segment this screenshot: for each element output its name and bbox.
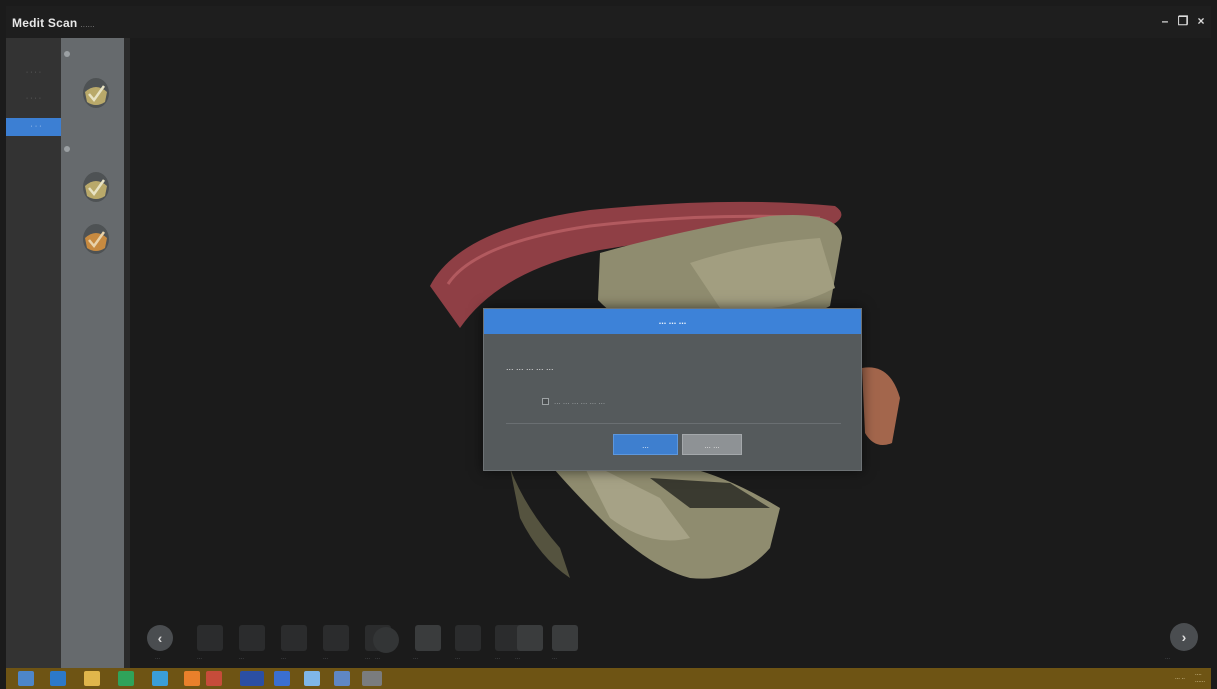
tool-9-label: ... <box>495 655 501 661</box>
dont-show-again-option[interactable]: ... ... ... ... ... ... <box>542 397 605 406</box>
tray-time: .... <box>1194 671 1202 677</box>
next-step-button[interactable]: › <box>1170 623 1198 651</box>
tool-8-label: ... <box>455 655 461 661</box>
dialog-divider <box>506 423 841 424</box>
app-icon-red[interactable] <box>206 671 222 686</box>
windows-taskbar: ... .. .... ...... <box>6 668 1211 689</box>
tool-2-label: ... <box>239 655 245 661</box>
tool-11-label: ... <box>552 655 558 661</box>
medit-scan-window: Medit Scan...... – ❐ × · · · · · · · · ·… <box>0 0 1217 689</box>
browser-icon[interactable] <box>50 671 66 686</box>
dont-show-again-label: ... ... ... ... ... ... <box>554 397 606 406</box>
step-group-marker <box>64 51 70 57</box>
step-group-marker-2 <box>64 146 70 152</box>
tool-6[interactable] <box>373 627 399 653</box>
checked-scan-icon <box>83 172 109 202</box>
step-lower-jaw-button[interactable] <box>76 162 116 212</box>
tray-date: ...... <box>1194 678 1205 684</box>
tool-3[interactable] <box>281 625 307 651</box>
tool-7[interactable] <box>415 625 441 651</box>
app-icon-4[interactable] <box>362 671 382 686</box>
folder-icon[interactable] <box>84 671 100 686</box>
step-upper-jaw-button[interactable] <box>76 68 116 118</box>
app-icon-3[interactable] <box>334 671 350 686</box>
window-controls: – ❐ × <box>1159 15 1207 27</box>
pending-scan-icon <box>83 224 109 254</box>
restore-button[interactable]: ❐ <box>1177 15 1189 27</box>
app-version: ...... <box>80 20 95 29</box>
minimize-button[interactable]: – <box>1159 15 1171 27</box>
nav-item-active[interactable]: · · · <box>6 118 66 136</box>
app-icon-orange[interactable] <box>184 671 200 686</box>
next-step-label: ... <box>1165 655 1171 661</box>
app-icon-blue-2[interactable] <box>274 671 290 686</box>
nav-item-1[interactable]: · · · · <box>6 64 61 82</box>
start-icon[interactable] <box>18 671 34 686</box>
tool-4[interactable] <box>323 625 349 651</box>
tool-10-label: ... <box>515 655 521 661</box>
app-icon-blue[interactable] <box>152 671 168 686</box>
tool-5-label: ... <box>365 655 371 661</box>
title-bar: Medit Scan...... – ❐ × <box>6 6 1211 38</box>
tool-1[interactable] <box>197 625 223 651</box>
confirm-dialog: ... ... ... ... ... ... ... ... ... ... … <box>483 308 862 471</box>
tool-11[interactable] <box>552 625 578 651</box>
app-icon-light[interactable] <box>304 671 320 686</box>
app-title: Medit Scan...... <box>12 16 95 30</box>
store-icon[interactable] <box>118 671 134 686</box>
scan-steps-panel <box>61 38 124 668</box>
tool-2[interactable] <box>239 625 265 651</box>
gum-side <box>862 367 900 446</box>
tool-1-label: ... <box>197 655 203 661</box>
tray-clock[interactable]: .... ...... <box>1195 671 1205 685</box>
checked-scan-icon <box>83 78 109 108</box>
system-tray: ... .. .... ...... <box>1175 671 1205 685</box>
app-title-text: Medit Scan <box>12 16 78 30</box>
nav-item-2[interactable]: · · · · <box>6 90 61 108</box>
tool-6-label: ... <box>375 655 381 661</box>
cancel-button[interactable]: ... ... <box>682 434 742 455</box>
tooth-shadow <box>510 468 570 578</box>
tool-10[interactable] <box>517 625 543 651</box>
prev-step-button[interactable]: ‹ <box>147 625 173 651</box>
left-nav-panel: · · · · · · · · · · · <box>6 38 66 668</box>
tool-3-label: ... <box>281 655 287 661</box>
tool-4-label: ... <box>323 655 329 661</box>
medit-taskbar-icon[interactable] <box>240 671 264 686</box>
ok-button[interactable]: ... <box>613 434 678 455</box>
bottom-toolbar: ‹ ... ... ... ... ... ... ... ... ... ..… <box>147 623 597 663</box>
close-button[interactable]: × <box>1195 15 1207 27</box>
tool-7-label: ... <box>413 655 419 661</box>
dialog-title: ... ... ... <box>484 309 861 334</box>
tray-language[interactable]: ... .. <box>1175 675 1185 682</box>
dont-show-again-checkbox[interactable] <box>542 398 549 405</box>
prev-step-label: ... <box>155 655 161 661</box>
step-occlusion-button[interactable] <box>76 214 116 264</box>
dialog-message: ... ... ... ... ... <box>506 362 554 372</box>
tool-8[interactable] <box>455 625 481 651</box>
